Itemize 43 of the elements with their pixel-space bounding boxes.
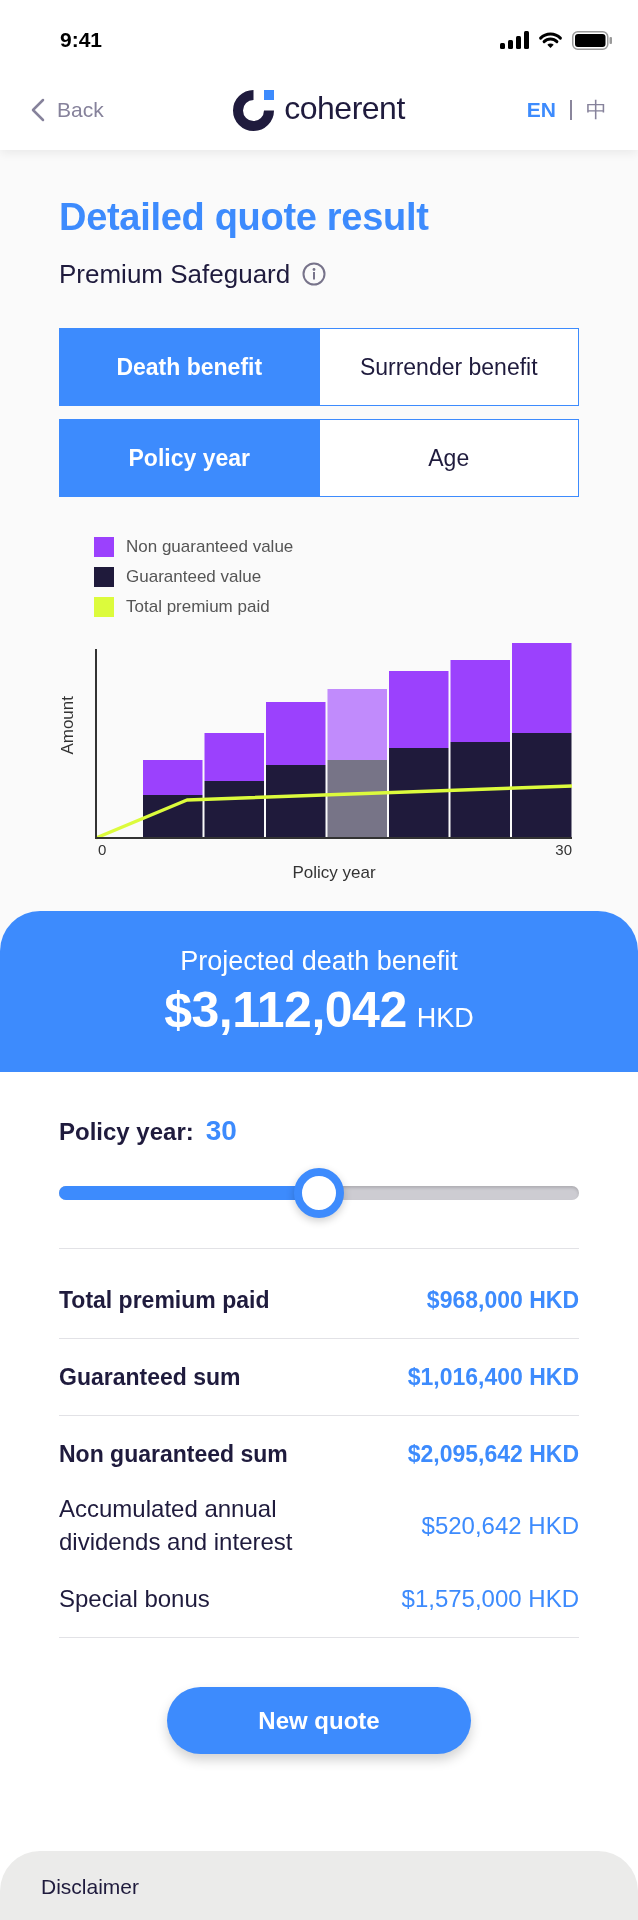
policy-year-label: Policy year: bbox=[59, 1117, 194, 1147]
policy-year-value: 30 bbox=[205, 1114, 237, 1148]
summary-label: Special bonus bbox=[59, 1584, 210, 1614]
language-option[interactable]: 中 bbox=[586, 97, 607, 123]
summary-value: $1,016,400 HKD bbox=[407, 1363, 579, 1392]
summary-label: Non guaranteed sum bbox=[59, 1440, 288, 1469]
logo-icon bbox=[233, 89, 275, 131]
banner-label: Projected death benefit bbox=[180, 945, 458, 978]
legend-label: Total premium paid bbox=[126, 596, 270, 618]
logo-text: coherent bbox=[284, 90, 405, 128]
benefit-type-tab[interactable]: Surrender benefit bbox=[319, 328, 579, 406]
wifi-icon bbox=[538, 31, 563, 49]
disclaimer-title: Disclaimer bbox=[41, 1875, 139, 1898]
summary-value: $2,095,642 HKD bbox=[407, 1440, 579, 1469]
product-name: Premium Safeguard bbox=[59, 258, 291, 291]
language-option[interactable]: EN bbox=[526, 97, 556, 123]
signal-icon bbox=[500, 31, 529, 49]
benefit-amount: $3,112,042 bbox=[164, 985, 407, 1035]
summary-value: $520,642 HKD bbox=[421, 1510, 579, 1541]
status-time: 9:41 bbox=[60, 27, 103, 53]
info-icon[interactable] bbox=[302, 262, 327, 286]
battery-icon bbox=[572, 30, 612, 50]
summary-label: Guaranteed sum bbox=[59, 1363, 241, 1392]
slider-thumb[interactable] bbox=[294, 1168, 344, 1218]
chart-axis-tab[interactable]: Policy year bbox=[59, 419, 320, 497]
legend-label: Guaranteed value bbox=[126, 566, 262, 588]
summary-label: Total premium paid bbox=[59, 1286, 270, 1315]
chevron-left-icon bbox=[31, 98, 45, 122]
summary-label: Accumulated annual dividends and interest bbox=[59, 1494, 294, 1557]
legend-label: Non guaranteed value bbox=[126, 536, 294, 558]
policy-year-slider[interactable] bbox=[59, 1168, 579, 1218]
y-axis-label: Amount bbox=[59, 696, 76, 755]
x-tick-label: 0 bbox=[98, 841, 107, 859]
x-tick-label: 30 bbox=[555, 841, 572, 859]
currency-label: HKD bbox=[416, 1003, 474, 1033]
back-button[interactable]: Back bbox=[31, 97, 104, 123]
page-title: Detailed quote result bbox=[59, 195, 430, 240]
new-quote-button[interactable]: New quote bbox=[167, 1687, 471, 1754]
summary-value: $1,575,000 HKD bbox=[401, 1584, 579, 1614]
benefit-type-tab[interactable]: Death benefit bbox=[59, 328, 320, 406]
chart-axis-tab[interactable]: Age bbox=[319, 419, 579, 497]
x-axis-label: Policy year bbox=[291, 862, 377, 884]
summary-value: $968,000 HKD bbox=[426, 1286, 579, 1315]
